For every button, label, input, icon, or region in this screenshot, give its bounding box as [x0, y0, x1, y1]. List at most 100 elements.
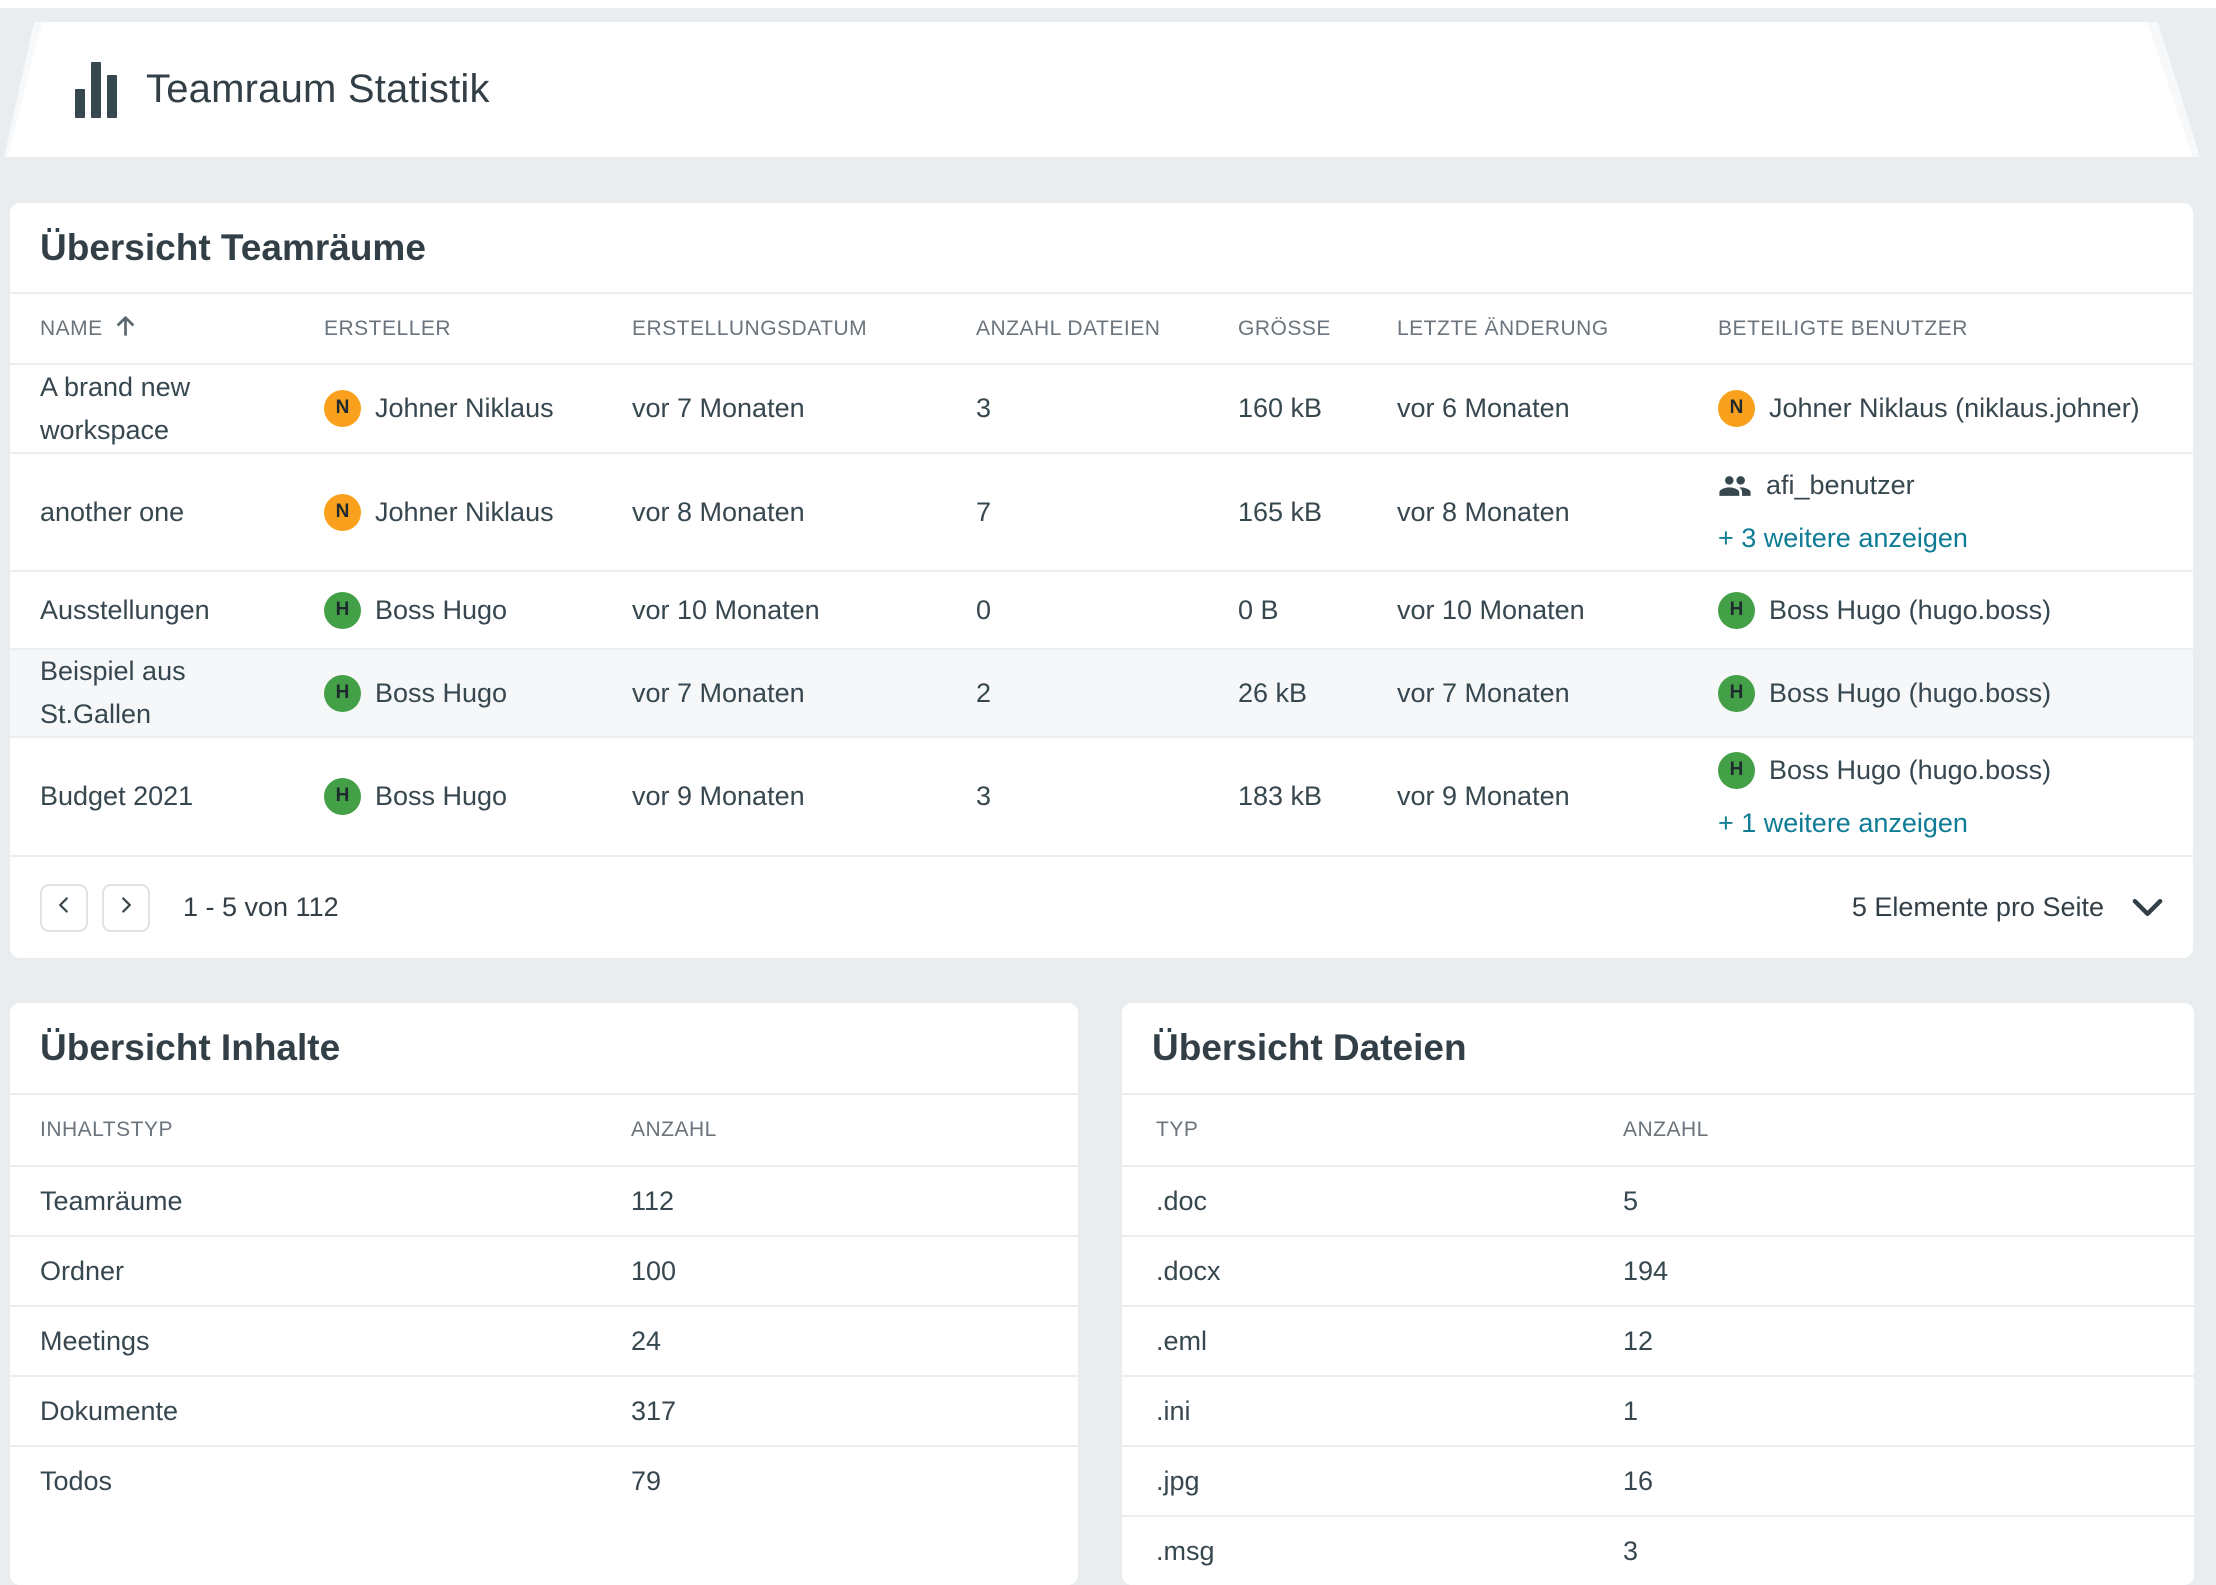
- participants-cell: H Boss Hugo (hugo.boss): [1718, 672, 2193, 715]
- files-card-header: Übersicht Dateien: [1122, 1003, 2194, 1095]
- modified-cell: vor 7 Monaten: [1397, 672, 1718, 715]
- column-header-file-type: TYP: [1156, 1118, 1623, 1142]
- list-item: .eml 12: [1122, 1305, 2194, 1375]
- files-card: Übersicht Dateien TYP ANZAHL .doc 5 .doc…: [1122, 1003, 2194, 1585]
- modified-cell: vor 8 Monaten: [1397, 491, 1718, 534]
- page-size-label: 5 Elemente pro Seite: [1852, 892, 2104, 923]
- column-header-participants[interactable]: BETEILIGTE BENUTZER: [1718, 317, 2193, 341]
- contents-title: Übersicht Inhalte: [40, 1027, 340, 1069]
- list-item: Todos 79: [10, 1445, 1078, 1515]
- top-edge-strip: [0, 0, 2216, 8]
- show-more-users-link[interactable]: + 1 weitere anzeigen: [1718, 802, 2169, 845]
- list-item: .docx 194: [1122, 1235, 2194, 1305]
- contents-card: Übersicht Inhalte INHALTSTYP ANZAHL Team…: [10, 1003, 1078, 1585]
- contents-card-header: Übersicht Inhalte: [10, 1003, 1078, 1095]
- column-header-last-modified[interactable]: LETZTE ÄNDERUNG: [1397, 317, 1718, 341]
- creator-cell: H Boss Hugo: [324, 672, 632, 715]
- participants-cell: N Johner Niklaus (niklaus.johner): [1718, 387, 2193, 430]
- column-header-size[interactable]: GRÖSSE: [1238, 317, 1397, 341]
- size-cell: 26 kB: [1238, 672, 1397, 715]
- column-header-creator[interactable]: ERSTELLER: [324, 317, 632, 341]
- size-cell: 183 kB: [1238, 775, 1397, 818]
- column-header-created[interactable]: ERSTELLUNGSDATUM: [632, 317, 976, 341]
- avatar: H: [324, 675, 361, 712]
- size-cell: 0 B: [1238, 589, 1397, 632]
- avatar: H: [1718, 592, 1755, 629]
- participants-cell: H Boss Hugo (hugo.boss) + 1 weitere anze…: [1718, 749, 2193, 844]
- room-name: Budget 2021: [40, 775, 324, 818]
- list-item: Meetings 24: [10, 1305, 1078, 1375]
- modified-cell: vor 10 Monaten: [1397, 589, 1718, 632]
- table-row[interactable]: Beispiel aus St.Gallen H Boss Hugo vor 7…: [10, 648, 2193, 736]
- file-count-cell: 2: [976, 672, 1238, 715]
- modified-cell: vor 9 Monaten: [1397, 775, 1718, 818]
- list-item: Ordner 100: [10, 1235, 1078, 1305]
- teamrooms-card: Übersicht Teamräume NAME ERSTELLER ERSTE…: [10, 203, 2193, 958]
- file-count-cell: 0: [976, 589, 1238, 632]
- table-row[interactable]: Budget 2021 H Boss Hugo vor 9 Monaten 3 …: [10, 736, 2193, 855]
- files-title: Übersicht Dateien: [1152, 1027, 1467, 1069]
- created-cell: vor 7 Monaten: [632, 672, 976, 715]
- created-cell: vor 9 Monaten: [632, 775, 976, 818]
- list-item: Dokumente 317: [10, 1375, 1078, 1445]
- list-item: .ini 1: [1122, 1375, 2194, 1445]
- list-item: .msg 3: [1122, 1515, 2194, 1585]
- teamrooms-title: Übersicht Teamräume: [40, 227, 426, 269]
- chevron-right-icon: [113, 892, 139, 923]
- avatar: H: [324, 592, 361, 629]
- avatar: H: [1718, 752, 1755, 789]
- file-count-cell: 7: [976, 491, 1238, 534]
- column-header-count: ANZAHL: [631, 1118, 1078, 1142]
- size-cell: 165 kB: [1238, 491, 1397, 534]
- file-count-cell: 3: [976, 387, 1238, 430]
- created-cell: vor 7 Monaten: [632, 387, 976, 430]
- header-tab: Teamraum Statistik: [8, 22, 2193, 157]
- creator-cell: N Johner Niklaus: [324, 491, 632, 534]
- avatar: N: [324, 494, 361, 531]
- next-page-button[interactable]: [102, 884, 150, 932]
- files-table-header: TYP ANZAHL: [1122, 1095, 2194, 1165]
- list-item: Teamräume 112: [10, 1165, 1078, 1235]
- group-icon: [1718, 469, 1752, 503]
- table-row[interactable]: Ausstellungen H Boss Hugo vor 10 Monaten…: [10, 570, 2193, 648]
- pagination-range: 1 - 5 von 112: [183, 892, 339, 923]
- column-header-content-type: INHALTSTYP: [40, 1118, 631, 1142]
- chevron-left-icon: [51, 892, 77, 923]
- list-item: .jpg 16: [1122, 1445, 2194, 1515]
- show-more-users-link[interactable]: + 3 weitere anzeigen: [1718, 517, 2169, 560]
- page-title: Teamraum Statistik: [146, 67, 490, 112]
- table-row[interactable]: another one N Johner Niklaus vor 8 Monat…: [10, 452, 2193, 570]
- avatar: H: [1718, 675, 1755, 712]
- room-name: Ausstellungen: [40, 589, 324, 632]
- chevron-down-icon: [2132, 898, 2163, 918]
- teamrooms-table-header: NAME ERSTELLER ERSTELLUNGSDATUM ANZAHL D…: [10, 294, 2193, 363]
- column-header-file-count[interactable]: ANZAHL DATEIEN: [976, 317, 1238, 341]
- creator-cell: N Johner Niklaus: [324, 387, 632, 430]
- size-cell: 160 kB: [1238, 387, 1397, 430]
- table-row[interactable]: A brand new workspace N Johner Niklaus v…: [10, 363, 2193, 452]
- pagination-bar: 1 - 5 von 112 5 Elemente pro Seite: [10, 855, 2193, 958]
- column-header-name[interactable]: NAME: [40, 312, 324, 345]
- bar-chart-icon: [75, 62, 117, 118]
- modified-cell: vor 6 Monaten: [1397, 387, 1718, 430]
- page-size-selector[interactable]: 5 Elemente pro Seite: [1852, 892, 2163, 923]
- avatar: N: [324, 390, 361, 427]
- participants-cell: H Boss Hugo (hugo.boss): [1718, 589, 2193, 632]
- teamrooms-card-header: Übersicht Teamräume: [10, 203, 2193, 294]
- room-name: another one: [40, 491, 324, 534]
- sort-ascending-icon[interactable]: [112, 312, 139, 345]
- previous-page-button[interactable]: [40, 884, 88, 932]
- creator-cell: H Boss Hugo: [324, 589, 632, 632]
- room-name: A brand new workspace: [40, 366, 324, 451]
- participants-cell: afi_benutzer + 3 weitere anzeigen: [1718, 464, 2193, 559]
- contents-table-header: INHALTSTYP ANZAHL: [10, 1095, 1078, 1165]
- avatar: N: [1718, 390, 1755, 427]
- created-cell: vor 8 Monaten: [632, 491, 976, 534]
- list-item: .doc 5: [1122, 1165, 2194, 1235]
- column-header-count: ANZAHL: [1623, 1118, 2194, 1142]
- created-cell: vor 10 Monaten: [632, 589, 976, 632]
- avatar: H: [324, 778, 361, 815]
- file-count-cell: 3: [976, 775, 1238, 818]
- creator-cell: H Boss Hugo: [324, 775, 632, 818]
- room-name: Beispiel aus St.Gallen: [40, 650, 324, 735]
